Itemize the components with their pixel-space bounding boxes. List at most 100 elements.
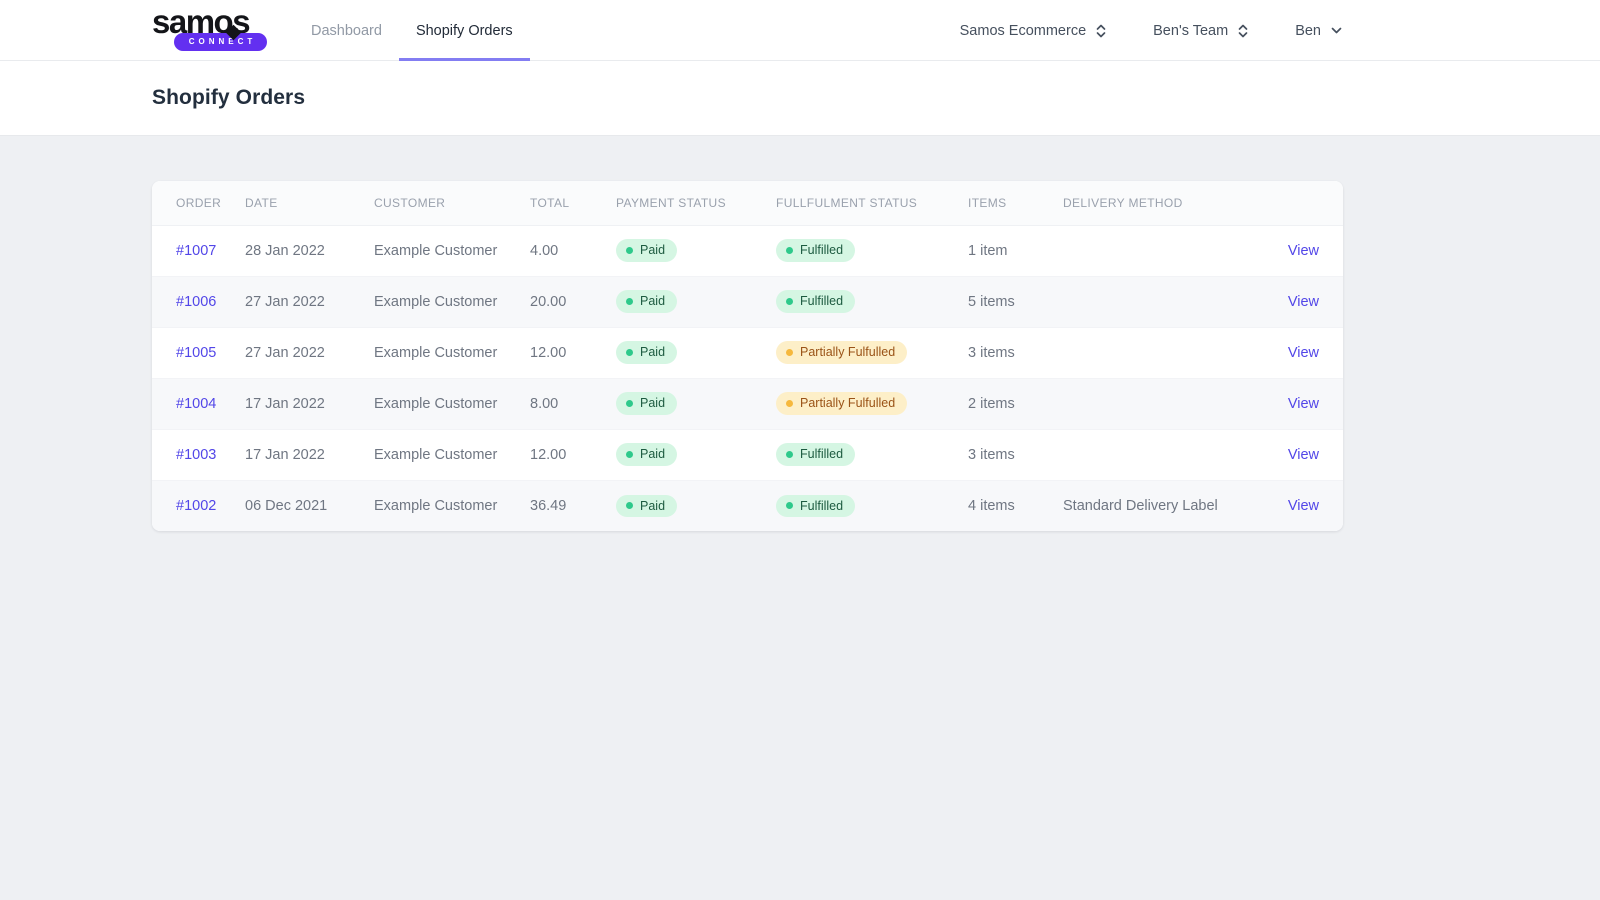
header-selectors: Samos Ecommerce Ben's Team Ben xyxy=(960,0,1343,61)
order-link[interactable]: #1003 xyxy=(176,447,216,463)
order-date: 27 Jan 2022 xyxy=(245,293,325,310)
order-date: 17 Jan 2022 xyxy=(245,395,325,412)
view-order-link[interactable]: View xyxy=(1288,243,1319,259)
payment-status-badge: Paid xyxy=(616,494,678,517)
orders-table-card: ORDER DATE CUSTOMER TOTAL PAYMENT STATUS… xyxy=(152,181,1343,531)
payment-status-cell: Paid xyxy=(616,429,776,480)
payment-status-badge: Paid xyxy=(616,290,678,313)
view-order-link[interactable]: View xyxy=(1288,345,1319,361)
order-date: 06 Dec 2021 xyxy=(245,497,328,514)
order-customer: Example Customer xyxy=(374,242,498,259)
status-dot-icon xyxy=(786,400,793,407)
action-cell: View xyxy=(1217,225,1343,276)
status-dot-icon xyxy=(786,298,793,305)
column-header-date: DATE xyxy=(245,181,374,226)
fulfilment-status-badge-label: Fulfilled xyxy=(800,294,844,309)
delivery-method xyxy=(1063,429,1217,480)
main-content: ORDER DATE CUSTOMER TOTAL PAYMENT STATUS… xyxy=(0,181,1600,531)
fulfilment-status-badge-label: Fulfilled xyxy=(800,447,844,462)
orders-table: ORDER DATE CUSTOMER TOTAL PAYMENT STATUS… xyxy=(152,181,1343,531)
team-selector[interactable]: Ben's Team xyxy=(1153,23,1249,39)
payment-status-cell: Paid xyxy=(616,276,776,327)
order-total: 8.00 xyxy=(530,395,559,412)
unfold-more-icon xyxy=(1095,23,1107,39)
status-dot-icon xyxy=(626,451,633,458)
payment-status-badge: Paid xyxy=(616,392,678,415)
fulfilment-status-badge: Fulfilled xyxy=(776,239,856,262)
orders-table-header: ORDER DATE CUSTOMER TOTAL PAYMENT STATUS… xyxy=(152,181,1343,226)
organisation-selector-label: Samos Ecommerce xyxy=(959,22,1087,39)
organisation-selector[interactable]: Samos Ecommerce xyxy=(960,23,1108,39)
fulfilment-status-cell: Fulfilled xyxy=(776,429,968,480)
fulfilment-status-badge: Partially Fulfulled xyxy=(776,341,908,364)
order-cell: #1007 xyxy=(152,225,245,276)
order-date: 27 Jan 2022 xyxy=(245,344,325,361)
fulfilment-status-cell: Partially Fulfulled xyxy=(776,378,968,429)
order-customer: Example Customer xyxy=(374,293,498,310)
order-cell: #1005 xyxy=(152,327,245,378)
order-cell: #1002 xyxy=(152,480,245,531)
fulfilment-status-badge-label: Fulfilled xyxy=(800,498,844,513)
order-cell: #1003 xyxy=(152,429,245,480)
tab-dashboard[interactable]: Dashboard xyxy=(294,0,399,61)
order-link[interactable]: #1006 xyxy=(176,294,216,310)
order-total: 12.00 xyxy=(530,344,567,361)
order-items: 4 items xyxy=(968,497,1015,514)
tab-shopify-orders[interactable]: Shopify Orders xyxy=(398,0,530,61)
column-header-delivery-method: DELIVERY METHOD xyxy=(1063,181,1217,226)
chevron-down-icon xyxy=(1330,24,1343,37)
delivery-method xyxy=(1063,225,1217,276)
view-order-link[interactable]: View xyxy=(1288,447,1319,463)
payment-status-cell: Paid xyxy=(616,378,776,429)
column-header-total: TOTAL xyxy=(530,181,616,226)
status-dot-icon xyxy=(786,502,793,510)
table-row: #1004 17 Jan 2022 Example Customer 8.00 Paid… xyxy=(152,378,1343,429)
payment-status-cell: Paid xyxy=(616,327,776,378)
order-total: 12.00 xyxy=(530,446,567,463)
order-date: 17 Jan 2022 xyxy=(245,446,325,463)
payment-status-badge-label: Paid xyxy=(640,294,666,309)
unfold-more-icon xyxy=(1237,23,1249,39)
fulfilment-status-badge-label: Partially Fulfulled xyxy=(800,396,896,411)
order-link[interactable]: #1007 xyxy=(176,243,216,259)
table-row: #1005 27 Jan 2022 Example Customer 12.00 Pai… xyxy=(152,327,1343,378)
action-cell: View xyxy=(1217,480,1343,531)
view-order-link[interactable]: View xyxy=(1288,396,1319,412)
action-cell: View xyxy=(1217,378,1343,429)
fulfilment-status-badge: Fulfilled xyxy=(776,443,856,466)
fulfilment-status-badge-label: Fulfilled xyxy=(800,243,844,258)
column-header-items: ITEMS xyxy=(968,181,1063,226)
order-link[interactable]: #1002 xyxy=(176,498,216,514)
view-order-link[interactable]: View xyxy=(1288,498,1319,514)
column-header-fulfilment-status: FULLFULMENT STATUS xyxy=(776,181,968,226)
status-dot-icon xyxy=(626,349,633,356)
fulfilment-status-cell: Fulfilled xyxy=(776,480,968,531)
status-dot-icon xyxy=(626,400,633,407)
order-link[interactable]: #1005 xyxy=(176,345,216,361)
column-header-order: ORDER xyxy=(152,181,245,226)
top-navigation-bar: samos CONNECT Dashboard Shopify Orders S… xyxy=(0,0,1600,61)
fulfilment-status-badge: Fulfilled xyxy=(776,290,856,313)
fulfilment-status-cell: Fulfilled xyxy=(776,276,968,327)
order-date: 28 Jan 2022 xyxy=(245,242,325,259)
status-dot-icon xyxy=(626,247,633,254)
payment-status-badge-label: Paid xyxy=(640,243,666,258)
user-menu-label: Ben xyxy=(1295,22,1321,39)
order-link[interactable]: #1004 xyxy=(176,396,216,412)
order-items: 2 items xyxy=(968,395,1015,412)
order-items: 1 item xyxy=(968,242,1008,259)
action-cell: View xyxy=(1217,327,1343,378)
fulfilment-status-badge-label: Partially Fulfulled xyxy=(800,345,896,360)
status-dot-icon xyxy=(626,298,633,305)
delivery-method xyxy=(1063,276,1217,327)
user-menu[interactable]: Ben xyxy=(1295,23,1343,39)
samos-connect-logo[interactable]: samos CONNECT xyxy=(152,5,268,53)
delivery-method: Standard Delivery Label xyxy=(1063,497,1217,514)
team-selector-label: Ben's Team xyxy=(1153,22,1229,39)
action-cell: View xyxy=(1217,276,1343,327)
view-order-link[interactable]: View xyxy=(1288,294,1319,310)
orders-table-body: #1007 28 Jan 2022 Example Customer 4.00 Paid… xyxy=(152,225,1343,531)
payment-status-badge-label: Paid xyxy=(640,498,666,513)
logo-connect-badge: CONNECT xyxy=(174,33,267,51)
payment-status-badge-label: Paid xyxy=(640,447,666,462)
